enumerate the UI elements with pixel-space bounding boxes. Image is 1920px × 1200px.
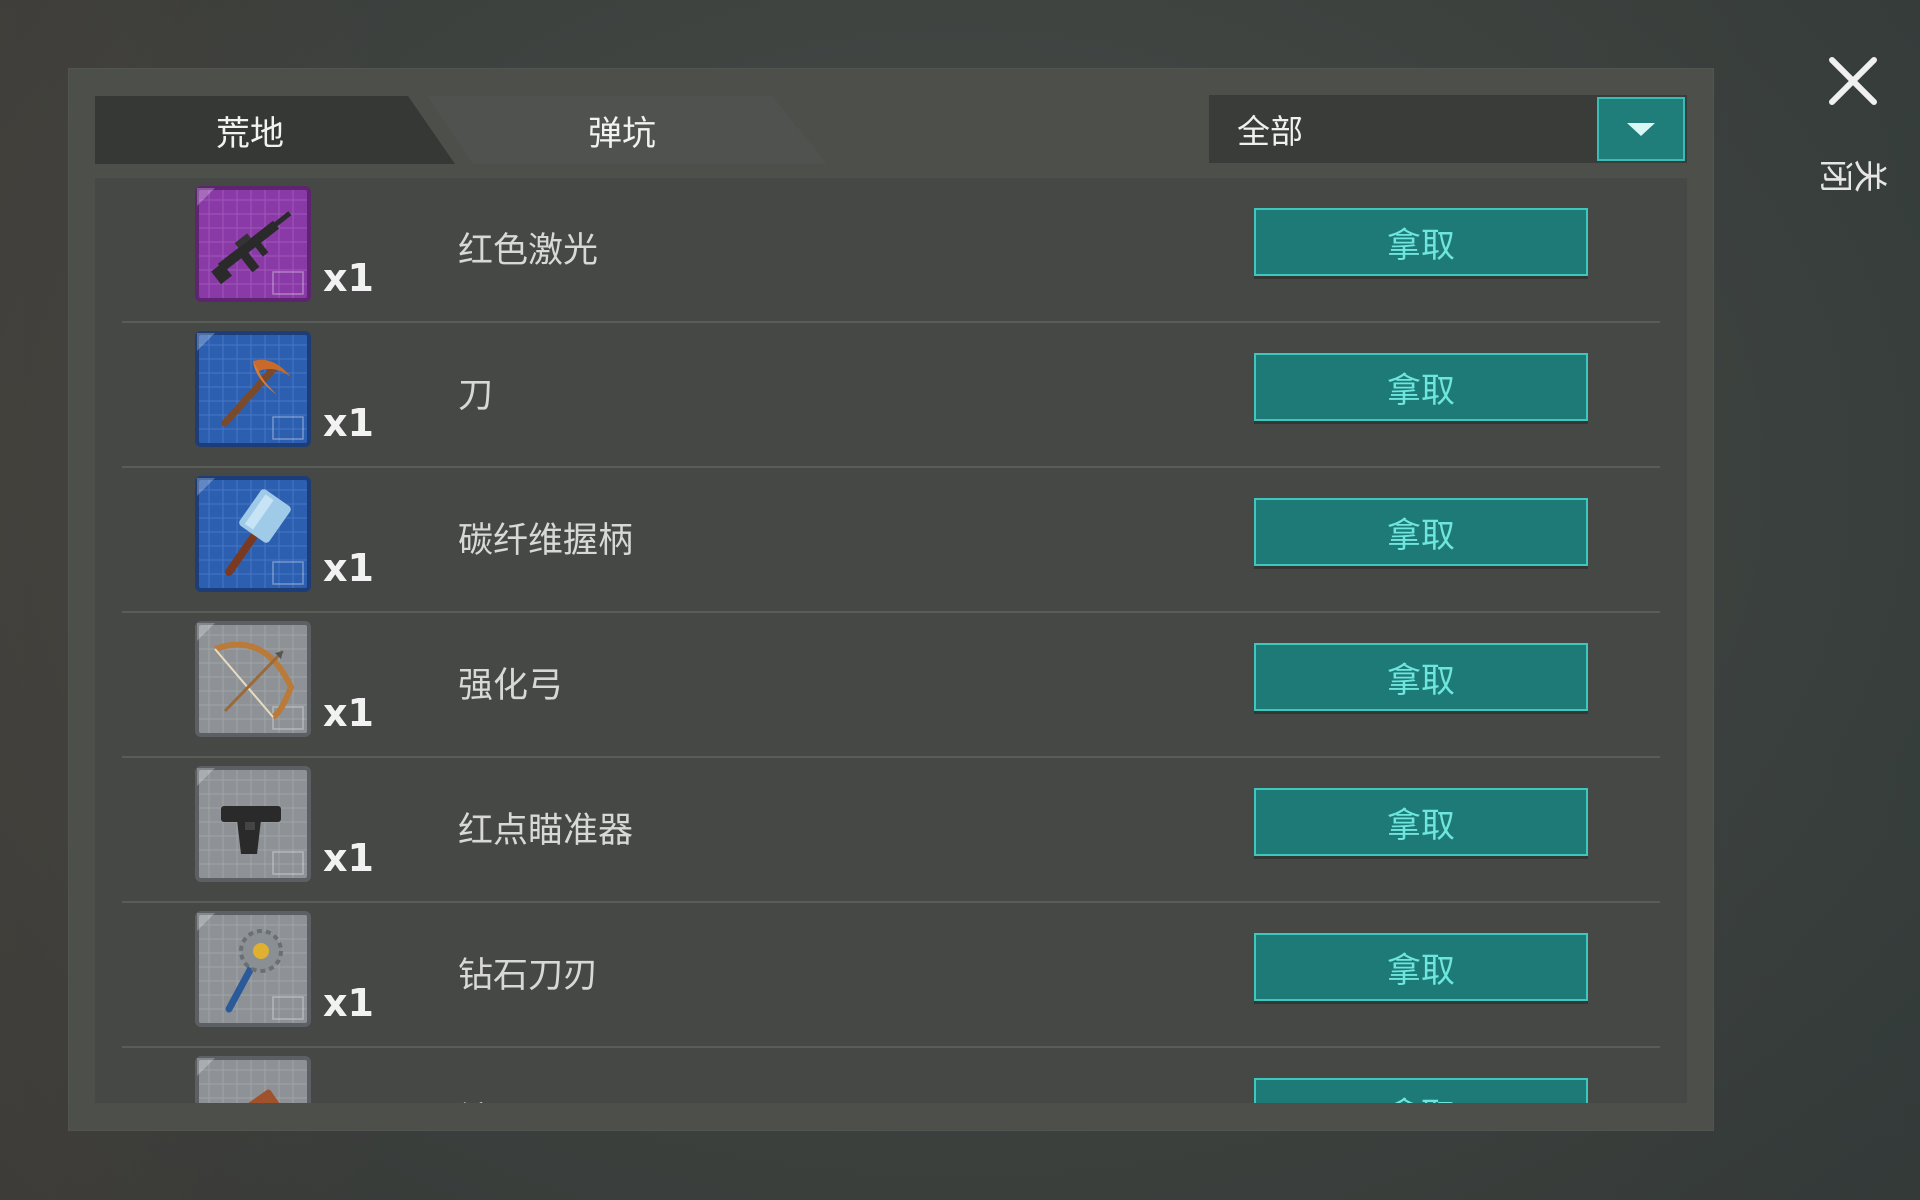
tab-crater[interactable]: 弹坑 bbox=[427, 96, 827, 164]
loot-panel: 荒地 弹坑 全部 x1 红色激光 拿取 x1 刀拿取 x1 碳纤维握柄 拿取 x1 强化弓 拿取 x1… bbox=[68, 68, 1714, 1131]
take-button[interactable]: 拿取 bbox=[1254, 1078, 1588, 1103]
filter-selected-value: 全部 bbox=[1237, 112, 1303, 151]
blueprint-card bbox=[195, 186, 311, 302]
blueprint-card bbox=[195, 331, 311, 447]
take-button[interactable]: 拿取 bbox=[1254, 353, 1588, 421]
item-quantity: x1 bbox=[323, 981, 374, 1025]
item-list[interactable]: x1 红色激光 拿取 x1 刀拿取 x1 碳纤维握柄 拿取 x1 强化弓 拿取 x1 红点瞄准器 拿取 x1… bbox=[95, 178, 1687, 1103]
list-item: x1镰刀拿取 bbox=[95, 1048, 1687, 1103]
item-name: 强化弓 bbox=[458, 666, 564, 706]
chevron-down-icon bbox=[1627, 122, 1655, 136]
take-button[interactable]: 拿取 bbox=[1254, 788, 1588, 856]
dropdown-toggle-button[interactable] bbox=[1597, 97, 1685, 161]
list-item: x1 钻石刀刃 拿取 bbox=[95, 903, 1687, 1048]
filter-dropdown[interactable]: 全部 bbox=[1209, 95, 1687, 163]
item-name: 红点瞄准器 bbox=[458, 811, 634, 851]
list-item: x1 刀 拿取 bbox=[95, 323, 1687, 468]
close-icon bbox=[1829, 57, 1877, 105]
blueprint-card bbox=[195, 621, 311, 737]
cleaver-blueprint-icon bbox=[195, 1056, 311, 1103]
assault-rifle-blueprint-icon bbox=[195, 186, 311, 302]
blueprint-card bbox=[195, 1056, 311, 1103]
pickaxe-blueprint-icon bbox=[195, 331, 311, 447]
tab-label: 弹坑 bbox=[588, 113, 656, 154]
bow-blueprint-icon bbox=[195, 621, 311, 737]
list-item: x1 红色激光 拿取 bbox=[95, 178, 1687, 323]
pistol-blueprint-icon bbox=[195, 766, 311, 882]
tab-wasteland[interactable]: 荒地 bbox=[95, 96, 455, 164]
item-quantity: x1 bbox=[323, 256, 374, 300]
item-name: 镰刀 bbox=[458, 1092, 528, 1103]
item-name: 钻石刀刃 bbox=[458, 956, 599, 996]
item-name: 碳纤维握柄 bbox=[458, 521, 634, 561]
list-item: x1 强化弓 拿取 bbox=[95, 613, 1687, 758]
item-name: 刀 bbox=[458, 376, 494, 416]
take-button[interactable]: 拿取 bbox=[1254, 208, 1588, 276]
take-button[interactable]: 拿取 bbox=[1254, 643, 1588, 711]
item-name: 红色激光 bbox=[458, 231, 599, 271]
sledgehammer-blueprint-icon bbox=[195, 476, 311, 592]
saw-mace-blueprint-icon bbox=[195, 911, 311, 1027]
close-button[interactable] bbox=[1820, 48, 1886, 114]
item-quantity: x1 bbox=[323, 546, 374, 590]
tab-bar: 荒地 弹坑 bbox=[95, 96, 895, 164]
list-item: x1 碳纤维握柄 拿取 bbox=[95, 468, 1687, 613]
item-quantity: x1 bbox=[323, 691, 374, 735]
blueprint-card bbox=[195, 911, 311, 1027]
take-button[interactable]: 拿取 bbox=[1254, 933, 1588, 1001]
blueprint-card bbox=[195, 766, 311, 882]
close-label[interactable]: 关闭 bbox=[1809, 151, 1899, 195]
blueprint-card bbox=[195, 476, 311, 592]
item-quantity: x1 bbox=[323, 401, 374, 445]
list-item: x1 红点瞄准器 拿取 bbox=[95, 758, 1687, 903]
tab-label: 荒地 bbox=[216, 113, 284, 154]
take-button[interactable]: 拿取 bbox=[1254, 498, 1588, 566]
item-quantity: x1 bbox=[323, 836, 374, 880]
